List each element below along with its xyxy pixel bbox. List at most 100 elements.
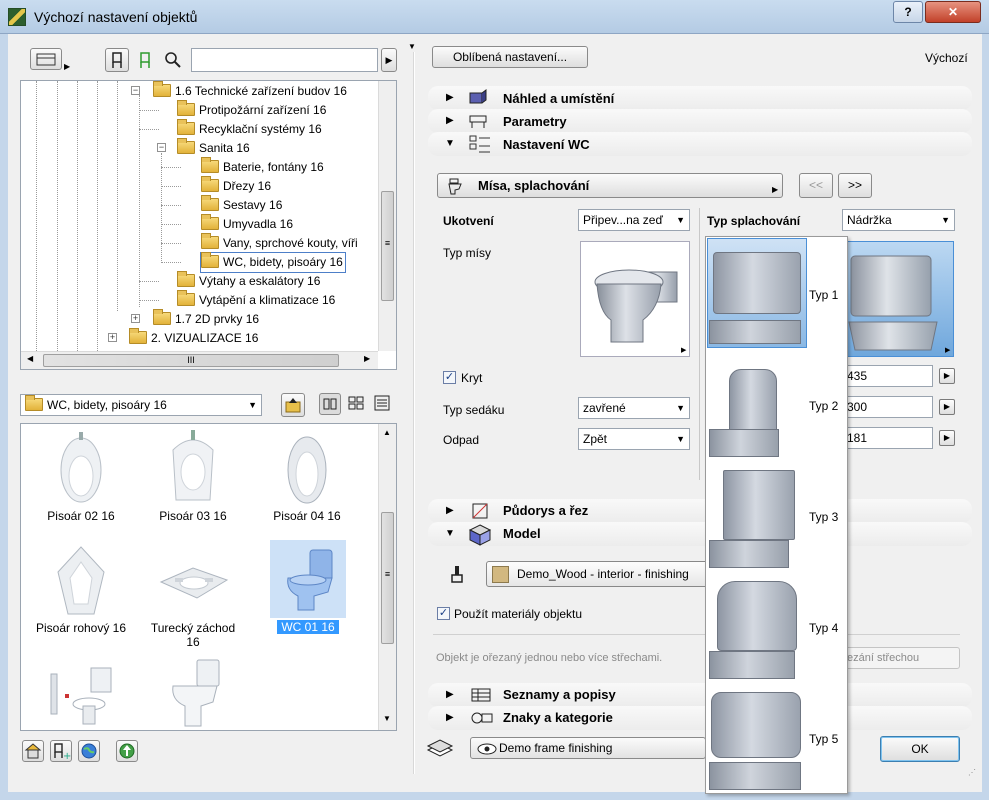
help-button[interactable]: ? [893, 1, 923, 23]
upload-button[interactable] [116, 740, 138, 762]
dimension-arrow-button[interactable]: ▶ [939, 368, 955, 384]
collapse-right-icon[interactable]: ▶ [446, 115, 454, 126]
scrollbar-thumb[interactable]: ≡ [381, 191, 394, 301]
tree-item[interactable]: Vany, sprchové kouty, víři [201, 233, 358, 253]
tree-item[interactable]: Protipožární zařízení 16 [177, 100, 326, 120]
object-thumbnail-grid[interactable]: Pisoár 02 16 Pisoár 03 16 Pisoár 04 16 P… [20, 423, 397, 731]
tree-item[interactable]: 1.6 Technické zařízení budov 16 [153, 81, 347, 101]
collapse-right-icon[interactable]: ▶ [446, 92, 454, 103]
section-title[interactable]: Náhled a umístění [503, 91, 614, 106]
library-item[interactable]: Pisoár 03 16 [143, 430, 243, 523]
flush-type-preview[interactable]: ▶ [844, 241, 954, 357]
section-title[interactable]: Půdorys a řez [503, 503, 588, 518]
library-manager-button[interactable] [22, 740, 44, 762]
tree-expander[interactable]: + [131, 314, 140, 323]
tree-item[interactable]: Sestavy 16 [201, 195, 282, 215]
section-title[interactable]: Znaky a kategorie [503, 710, 613, 725]
seat-type-combo[interactable]: zavřené ▼ [578, 397, 690, 419]
section-title[interactable]: Seznamy a popisy [503, 687, 616, 702]
page-selector-button[interactable]: Mísa, splachování ▶ [437, 173, 783, 198]
flush-type-option[interactable]: Typ 2 [705, 349, 847, 459]
library-filter-button[interactable] [105, 48, 129, 72]
layer-combo[interactable]: Demo frame finishing [470, 737, 706, 759]
anchor-combo[interactable]: Připev...na zeď ▼ [578, 209, 690, 231]
close-button[interactable]: ✕ [925, 1, 981, 23]
material-picker[interactable]: Demo_Wood - interior - finishing [486, 561, 708, 587]
tree-item[interactable]: Recyklační systémy 16 [177, 119, 322, 139]
tree-item-selected[interactable]: WC, bidety, pisoáry 16 [200, 252, 346, 273]
dimension-field-1[interactable]: 435 [843, 365, 933, 387]
library-item[interactable]: Turecký záchod 16 [143, 542, 243, 649]
tree-expander[interactable]: + [108, 333, 117, 342]
scroll-up-icon[interactable]: ▲ [383, 428, 391, 437]
grid-vertical-scrollbar[interactable]: ▲ ≡ ▼ [378, 424, 396, 730]
flush-type-option[interactable]: Typ 3 [705, 460, 847, 570]
pane-menu-arrow-icon[interactable]: ▼ [408, 42, 416, 51]
tree-horizontal-scrollbar[interactable]: ◀ III ▶ [21, 351, 378, 369]
pane-splitter[interactable] [413, 52, 415, 774]
library-item-selected[interactable]: WC 01 16 [270, 540, 346, 634]
flush-type-option[interactable]: Typ 5 [705, 682, 847, 792]
view-mode-arrow-icon[interactable]: ▶ [64, 62, 70, 71]
tree-expander[interactable]: − [157, 143, 166, 152]
scroll-right-icon[interactable]: ▶ [364, 354, 370, 363]
library-item[interactable]: Pisoár rohový 16 [31, 542, 131, 635]
library-item[interactable]: Pisoár 02 16 [31, 430, 131, 523]
dimension-field-2[interactable]: 300 [843, 396, 933, 418]
dimension-field-3[interactable]: 181 [843, 427, 933, 449]
bowl-type-preview[interactable]: ▶ [580, 241, 690, 357]
flush-type-option[interactable]: Typ 1 [705, 238, 847, 348]
search-arrow-button[interactable]: ▶ [381, 48, 397, 72]
library-tree[interactable]: − 1.6 Technické zařízení budov 16 Protip… [20, 80, 397, 370]
flush-type-option[interactable]: Typ 4 [705, 571, 847, 681]
resize-grip-icon[interactable]: ⋰ [968, 769, 980, 782]
folder-combo[interactable]: WC, bidety, pisoáry 16 ▼ [20, 394, 262, 416]
tree-item[interactable]: Vytápění a klimatizace 16 [177, 290, 335, 310]
green-object-icon[interactable] [136, 50, 156, 73]
dimension-arrow-button[interactable]: ▶ [939, 430, 955, 446]
scroll-down-icon[interactable]: ▼ [383, 714, 391, 723]
view-mode-button[interactable] [30, 48, 62, 70]
expand-down-icon[interactable]: ▼ [445, 528, 455, 539]
section-title[interactable]: Model [503, 526, 541, 541]
large-icons-button[interactable] [319, 393, 341, 415]
ok-button[interactable]: OK [880, 736, 960, 762]
tree-item[interactable]: 2. VIZUALIZACE 16 [129, 328, 258, 348]
collapse-right-icon[interactable]: ▶ [446, 689, 454, 700]
next-page-button[interactable]: >> [838, 173, 872, 198]
folder-up-button[interactable] [281, 393, 305, 417]
section-title[interactable]: Nastavení WC [503, 137, 590, 152]
use-materials-checkbox[interactable]: ✓ [437, 607, 450, 620]
cover-checkbox[interactable]: ✓ [443, 371, 456, 384]
web-objects-button[interactable] [78, 740, 100, 762]
small-icons-button[interactable] [346, 393, 368, 415]
scrollbar-thumb[interactable]: III [43, 354, 339, 367]
library-item[interactable] [145, 654, 241, 730]
tree-item[interactable]: Dřezy 16 [201, 176, 271, 196]
favorites-button[interactable]: Oblíbená nastavení... [432, 46, 588, 68]
add-object-button[interactable]: + [50, 740, 72, 762]
library-item[interactable] [33, 654, 129, 730]
flush-type-combo[interactable]: Nádržka ▼ [842, 209, 955, 231]
tree-item[interactable]: 1.7 2D prvky 16 [153, 309, 259, 329]
tree-item[interactable]: Sanita 16 [177, 138, 250, 158]
collapse-right-icon[interactable]: ▶ [446, 505, 454, 516]
drain-combo[interactable]: Zpět ▼ [578, 428, 690, 450]
expand-down-icon[interactable]: ▼ [445, 138, 455, 149]
search-icon[interactable] [163, 50, 183, 73]
collapse-right-icon[interactable]: ▶ [446, 712, 454, 723]
tree-expander[interactable]: − [131, 86, 140, 95]
scroll-left-icon[interactable]: ◀ [27, 354, 33, 363]
tree-item[interactable]: Baterie, fontány 16 [201, 157, 324, 177]
tree-item[interactable]: Výtahy a eskalátory 16 [177, 271, 320, 291]
previous-page-button[interactable]: << [799, 173, 833, 198]
dimension-arrow-button[interactable]: ▶ [939, 399, 955, 415]
tree-vertical-scrollbar[interactable]: ≡ [378, 81, 396, 351]
list-view-button[interactable] [372, 393, 394, 415]
scrollbar-thumb[interactable]: ≡ [381, 512, 394, 644]
roof-cut-button[interactable]: ezání střechou [830, 647, 960, 669]
search-input[interactable] [191, 48, 378, 72]
tree-item[interactable]: Umyvadla 16 [201, 214, 293, 234]
library-item[interactable]: Pisoár 04 16 [257, 430, 357, 523]
section-title[interactable]: Parametry [503, 114, 567, 129]
